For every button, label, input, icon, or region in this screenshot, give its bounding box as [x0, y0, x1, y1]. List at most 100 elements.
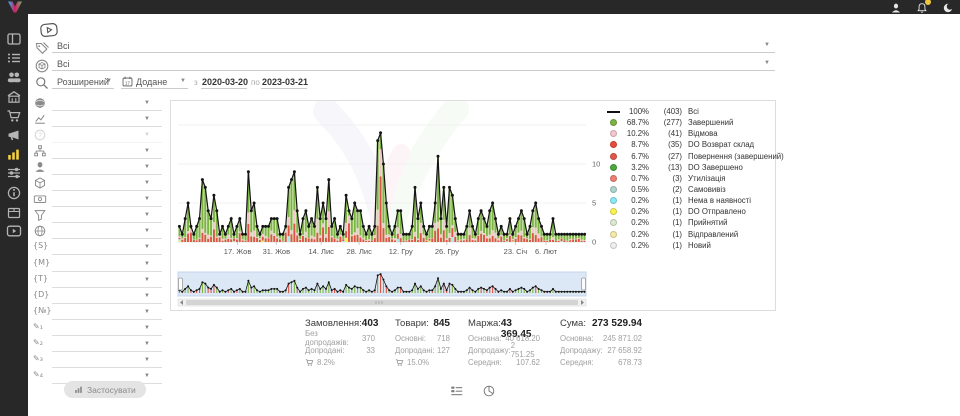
theme-moon-icon[interactable] — [942, 1, 954, 13]
note-field-3-select[interactable]: ▼ — [52, 353, 162, 368]
legend-count: (1) — [649, 207, 682, 216]
chevron-down-icon: ▼ — [144, 373, 150, 379]
legend-label: Повернення (завершений) — [688, 152, 784, 161]
filter-row-sitemap: ▼ — [0, 144, 170, 160]
legend-item[interactable]: 0.2%(1)Новий — [605, 240, 773, 251]
stat-sub-label: Допродажу: — [560, 346, 603, 355]
legend-item[interactable]: 3.2%(13)DO Завершено — [605, 162, 773, 173]
legend-percent: 0.2% — [621, 230, 649, 239]
sidebar-item-orders-list[interactable] — [6, 50, 22, 66]
video-help-icon[interactable] — [39, 22, 58, 38]
chevron-down-icon: ▼ — [106, 78, 112, 84]
user-solid-select[interactable]: ▼ — [52, 160, 162, 175]
filter-row-globe-wire: ▼ — [0, 224, 170, 240]
stat-value: 273 529.94 — [592, 318, 642, 332]
legend-count: (13) — [649, 163, 682, 172]
pie-view-icon[interactable] — [482, 384, 496, 398]
stat-sub-row: Допродані:127 — [395, 344, 450, 356]
date-field-select[interactable]: 17 Додане ▼ — [121, 74, 188, 89]
calendar-icon: 17 — [122, 76, 133, 87]
orders-list-icon — [6, 50, 22, 66]
svg-text:10: 10 — [592, 160, 600, 169]
stat-sub-value: 245 871.02 — [603, 334, 642, 343]
legend-item[interactable]: 0.5%(2)Самовивіз — [605, 184, 773, 195]
filter-row-user-solid: ▼ — [0, 160, 170, 176]
svg-text:23. Січ: 23. Січ — [504, 247, 528, 256]
legend-item[interactable]: 6.7%(27)Повернення (завершений) — [605, 151, 773, 162]
search-icon — [34, 75, 50, 91]
category-select-value: Всі — [57, 41, 70, 51]
trend-chart-icon — [33, 112, 47, 126]
custom-field-n-select[interactable]: ▼ — [52, 305, 162, 320]
custom-field-t-select[interactable]: ▼ — [52, 273, 162, 288]
chart-legend: 100%(403)Всі68.7%(277)Завершений10.2%(41… — [605, 106, 773, 251]
stat-column: Сума:273 529.94Основна:245 871.02Допрода… — [560, 318, 642, 368]
sidebar-item-dashboard[interactable] — [6, 31, 22, 47]
chevron-down-icon: ▼ — [144, 341, 150, 347]
legend-item[interactable]: 10.2%(41)Відмова — [605, 128, 773, 139]
legend-label: Утилізація — [688, 174, 726, 183]
apply-filters-button[interactable]: Застосувати — [64, 381, 146, 398]
search-mode-select[interactable]: Розширений ▼ — [52, 74, 114, 89]
legend-dot-swatch — [610, 175, 617, 182]
legend-item[interactable]: 68.7%(277)Завершений — [605, 117, 773, 128]
custom-field-d-icon: {D} — [33, 290, 49, 299]
product-select[interactable]: Всі ▼ — [52, 56, 775, 71]
user-icon[interactable] — [890, 1, 902, 13]
note-field-2-select[interactable]: ▼ — [52, 337, 162, 352]
globe-solid-select[interactable]: ▼ — [52, 96, 162, 111]
sitemap-select[interactable]: ▼ — [52, 144, 162, 159]
legend-dot-swatch — [610, 197, 617, 204]
custom-field-m-select[interactable]: ▼ — [52, 257, 162, 272]
legend-label: DO Возврат склад — [688, 140, 754, 149]
trend-chart-select[interactable]: ▼ — [52, 112, 162, 127]
legend-item[interactable]: 0.7%(3)Утилізація — [605, 173, 773, 184]
legend-item[interactable]: 0.2%(1)DO Отправлено — [605, 206, 773, 217]
legend-percent: 0.2% — [621, 196, 649, 205]
notifications-bell-icon[interactable] — [916, 1, 928, 13]
legend-label: DO Отправлено — [688, 207, 746, 216]
stat-sub-label: Середня: — [560, 358, 594, 367]
globe-wire-select[interactable]: ▼ — [52, 224, 162, 239]
date-to-input[interactable]: 2023-03-21 — [261, 74, 307, 89]
legend-item[interactable]: 100%(403)Всі — [605, 106, 773, 117]
custom-field-t-icon: {T} — [33, 274, 48, 283]
help-circle-select[interactable]: ▼ — [52, 128, 162, 143]
cube-3d-select[interactable]: ▼ — [52, 176, 162, 191]
sidebar-item-clients[interactable] — [6, 69, 22, 85]
filter-row-banknote: ▼ — [0, 192, 170, 208]
stat-title: Сума: — [560, 318, 586, 332]
filter-row-cube-3d: ▼ — [0, 176, 170, 192]
stat-sub-value: 15.0% — [407, 358, 429, 367]
banknote-select[interactable]: ▼ — [52, 192, 162, 207]
navigator-right-handle[interactable] — [582, 278, 586, 290]
legend-label: Всі — [688, 107, 699, 116]
stat-column: Товари:845Основні:718Допродані:12715.0% — [395, 318, 450, 368]
note-field-1-select[interactable]: ▼ — [52, 321, 162, 336]
list-view-icon[interactable] — [450, 384, 464, 398]
chevron-down-icon: ▼ — [144, 116, 150, 122]
chevron-down-icon: ▼ — [144, 261, 150, 267]
legend-item[interactable]: 0.2%(1)Нема в наявності — [605, 195, 773, 206]
funnel-icon — [33, 208, 47, 222]
svg-text:?: ? — [38, 132, 42, 139]
custom-field-d-select[interactable]: ▼ — [52, 289, 162, 304]
product-select-value: Всі — [57, 59, 70, 69]
custom-field-n-icon: {№} — [33, 306, 52, 315]
legend-item[interactable]: 8.7%(35)DO Возврат склад — [605, 139, 773, 150]
svg-text:17: 17 — [125, 80, 130, 85]
legend-item[interactable]: 0.2%(1)Прийнятий — [605, 217, 773, 228]
custom-field-s-select[interactable]: ▼ — [52, 240, 162, 255]
app-logo-icon[interactable] — [6, 0, 24, 14]
category-select[interactable]: Всі ▼ — [52, 38, 775, 53]
navigator-left-handle[interactable] — [179, 278, 183, 290]
chevron-down-icon: ▼ — [144, 212, 150, 218]
filter-row-note-field-1: ✎₁▼ — [0, 321, 170, 337]
product-cube-icon — [34, 58, 50, 74]
stat-sub-row: 15.0% — [395, 356, 450, 368]
legend-item[interactable]: 0.2%(1)Відправлений — [605, 229, 773, 240]
funnel-select[interactable]: ▼ — [52, 208, 162, 223]
chevron-down-icon: ▼ — [144, 100, 150, 106]
date-from-input[interactable]: 2020-03-20 — [201, 74, 247, 89]
filter-row-custom-field-d: {D}▼ — [0, 289, 170, 305]
